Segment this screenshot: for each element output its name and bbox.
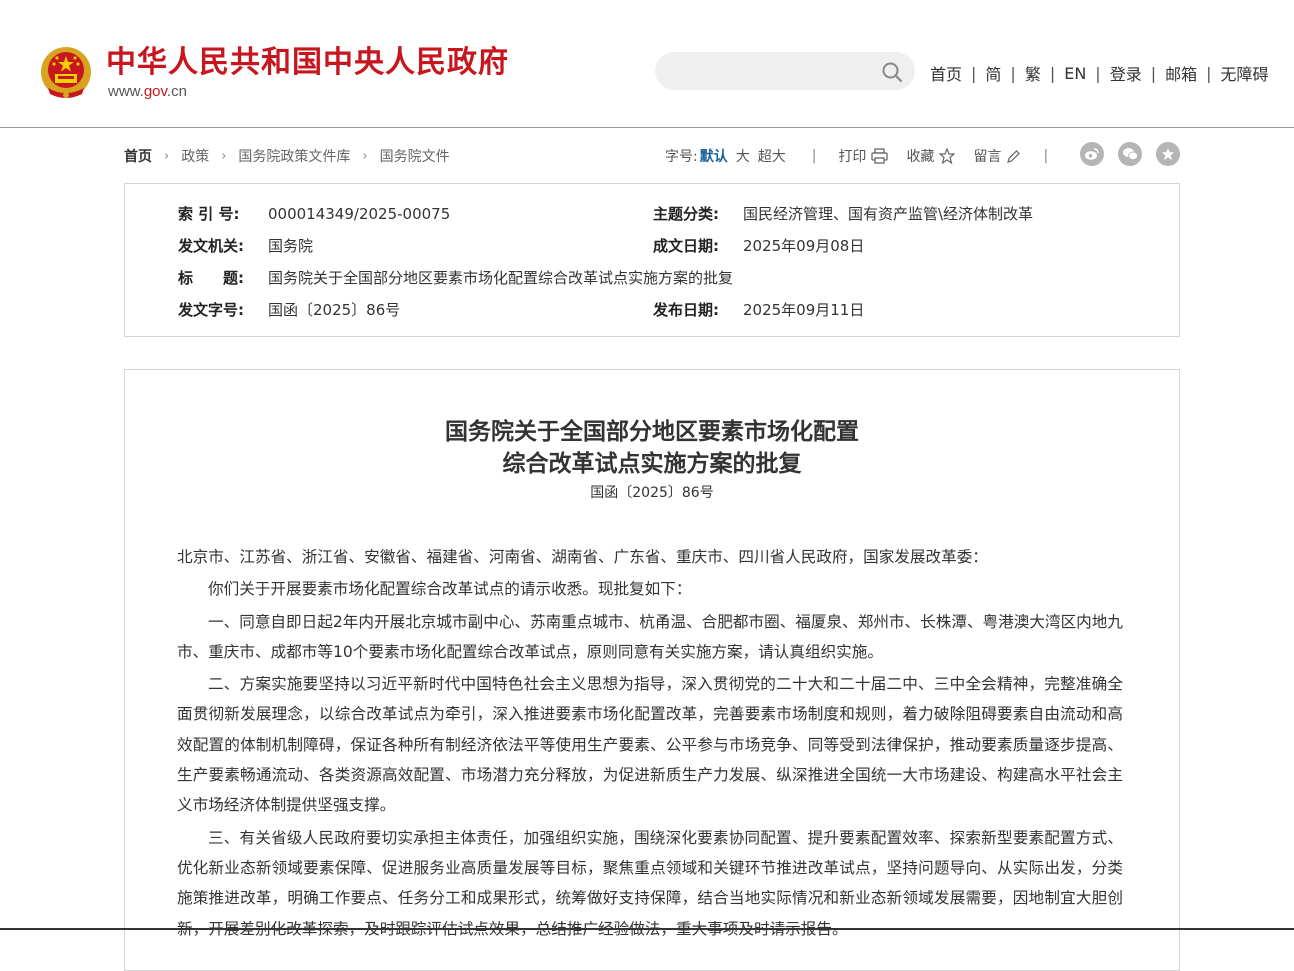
meta-key: 发布日期: (653, 301, 719, 319)
meta-value: 国务院 (268, 237, 314, 255)
nav-separator: | (1206, 63, 1212, 83)
chevron-right-icon: › (362, 148, 368, 164)
meta-key: 标 题: (178, 269, 244, 287)
article-doc-number: 国函〔2025〕86号 (590, 485, 714, 501)
print-label: 打印 (838, 149, 867, 165)
weibo-icon[interactable] (1080, 142, 1104, 166)
url-gov: gov (143, 83, 167, 100)
meta-key: 索 引 号: (178, 205, 240, 223)
meta-key: 发文机关: (178, 237, 244, 255)
meta-value: 000014349/2025-00075 (268, 205, 451, 223)
breadcrumb-bar: 首页 › 政策 › 国务院政策文件库 › 国务院文件 字号: 默认 大 超大 |… (124, 142, 1180, 166)
meta-value: 2025年09月08日 (743, 237, 865, 255)
meta-title: 标 题: 国务院关于全国部分地区要素市场化配置综合改革试点实施方案的批复 (178, 267, 733, 288)
print-button[interactable]: 打印 (838, 146, 889, 166)
meta-value: 国函〔2025〕86号 (268, 301, 401, 319)
chevron-right-icon: › (164, 148, 170, 164)
wechat-icon[interactable] (1118, 142, 1142, 166)
site-url: www.gov.cn (108, 83, 187, 100)
weibo-glyph (1085, 148, 1099, 160)
meta-topic: 主题分类: 国民经济管理、国有资产监管\经济体制改革 (653, 203, 1033, 224)
url-prefix: www. (108, 83, 144, 100)
meta-value: 国民经济管理、国有资产监管\经济体制改革 (743, 205, 1034, 223)
search-input[interactable] (655, 52, 915, 90)
meta-publish-date: 发布日期: 2025年09月11日 (653, 299, 864, 320)
chevron-right-icon: › (221, 148, 227, 164)
tools-separator: | (811, 148, 817, 164)
nav-traditional[interactable]: 繁 (1025, 61, 1041, 85)
meta-value: 2025年09月11日 (743, 301, 865, 319)
nav-simplified[interactable]: 简 (985, 61, 1001, 85)
article-title-line-1: 国务院关于全国部分地区要素市场化配置 (445, 418, 859, 445)
breadcrumb-home[interactable]: 首页 (124, 146, 152, 166)
nav-accessibility[interactable]: 无障碍 (1221, 61, 1269, 85)
favorite-button[interactable]: 收藏 (906, 146, 956, 166)
pencil-icon (1007, 149, 1021, 163)
search-icon[interactable] (881, 61, 903, 83)
document-metadata: 索 引 号: 000014349/2025-00075 主题分类: 国民经济管理、国… (124, 183, 1180, 337)
comment-label: 留言 (973, 149, 1002, 165)
star-share-icon[interactable] (1156, 142, 1180, 166)
nav-login[interactable]: 登录 (1110, 61, 1142, 85)
article-tools: 字号: 默认 大 超大 | 打印 收藏 留言 | (665, 146, 1048, 166)
article-paragraph: 三、有关省级人民政府要切实承担主体责任，加强组织实施，围绕深化要素协同配置、提升… (177, 828, 1123, 938)
nav-home[interactable]: 首页 (930, 61, 962, 85)
site-header: 中华人民共和国中央人民政府 www.gov.cn 首页 | 简 | 繁 | EN | 登… (0, 0, 1294, 128)
nav-mail[interactable]: 邮箱 (1165, 61, 1197, 85)
meta-doc-no: 发文字号: 国函〔2025〕86号 (178, 299, 400, 320)
nav-separator: | (1095, 63, 1101, 83)
meta-key: 发文字号: (178, 301, 244, 319)
article-paragraph: 二、方案实施要坚持以习近平新时代中国特色社会主义思想为指导，深入贯彻党的二十大和… (177, 675, 1123, 815)
wechat-glyph (1122, 148, 1138, 160)
nav-separator: | (971, 63, 977, 83)
printer-icon (871, 148, 889, 164)
nav-separator: | (1010, 63, 1016, 83)
comment-button[interactable]: 留言 (973, 146, 1021, 166)
meta-issuer: 发文机关: 国务院 (178, 235, 313, 256)
top-nav: 首页 | 简 | 繁 | EN | 登录 | 邮箱 | 无障碍 (930, 61, 1269, 85)
font-size-label: 字号: (665, 149, 698, 165)
nav-separator: | (1150, 63, 1157, 83)
nav-separator: | (1049, 63, 1056, 83)
article-paragraph: 一、同意自即日起2年内开展北京城市副中心、苏南重点城市、杭甬温、合肥都市圈、福厦… (177, 612, 1123, 661)
star-icon (939, 148, 956, 164)
meta-key: 主题分类: (653, 205, 719, 223)
font-size-default[interactable]: 默认 (700, 146, 728, 166)
article-body: 国务院关于全国部分地区要素市场化配置 综合改革试点实施方案的批复 国函〔2025… (124, 369, 1180, 971)
star-glyph (1161, 147, 1175, 161)
breadcrumb-policy[interactable]: 政策 (181, 146, 209, 166)
national-emblem-icon[interactable] (40, 44, 92, 102)
font-size-large[interactable]: 大 (736, 146, 750, 166)
meta-written-date: 成文日期: 2025年09月08日 (653, 235, 864, 256)
article-paragraph: 你们关于开展要素市场化配置综合改革试点的请示收悉。现批复如下： (208, 580, 692, 599)
breadcrumb-policy-library[interactable]: 国务院政策文件库 (238, 146, 350, 166)
favorite-label: 收藏 (906, 149, 935, 165)
share-icons (1080, 142, 1194, 166)
tools-separator: | (1043, 148, 1049, 164)
font-size-xlarge[interactable]: 超大 (758, 146, 786, 166)
site-name[interactable]: 中华人民共和国中央人民政府 (106, 44, 509, 82)
meta-index-no: 索 引 号: 000014349/2025-00075 (178, 203, 450, 224)
meta-key: 成文日期: (653, 237, 719, 255)
url-suffix: .cn (166, 83, 187, 100)
breadcrumb: 首页 › 政策 › 国务院政策文件库 › 国务院文件 (124, 146, 450, 166)
breadcrumb-state-council-docs[interactable]: 国务院文件 (380, 146, 450, 166)
article-text: 北京市、江苏省、浙江省、安徽省、福建省、河南省、湖南省、广东省、重庆市、四川省人… (177, 542, 1123, 946)
meta-value: 国务院关于全国部分地区要素市场化配置综合改革试点实施方案的批复 (268, 269, 734, 287)
article-title-line-2: 综合改革试点实施方案的批复 (502, 450, 802, 477)
nav-english[interactable]: EN (1064, 64, 1086, 83)
article-addressee: 北京市、江苏省、浙江省、安徽省、福建省、河南省、湖南省、广东省、重庆市、四川省人… (177, 548, 988, 566)
